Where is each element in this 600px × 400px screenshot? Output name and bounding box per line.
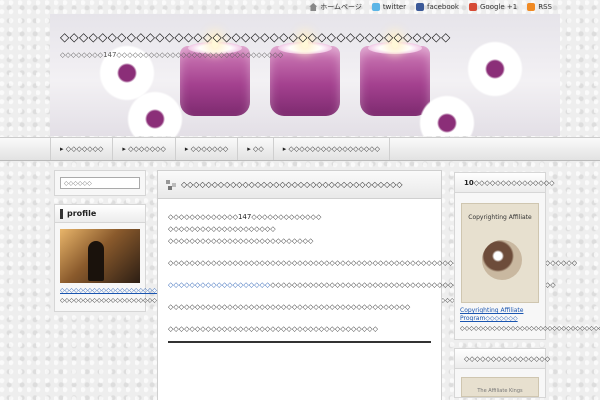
site-title[interactable]: ◇◇◇◇◇◇◇◇◇◇◇◇◇◇◇◇◇◇◇◇◇◇◇◇◇◇◇◇◇◇◇◇◇◇◇◇◇◇◇◇… <box>60 30 451 44</box>
main-content: ◇◇◇◇◇◇◇◇◇◇◇◇◇◇◇◇◇◇◇◇◇◇◇◇◇◇◇◇◇◇◇◇◇◇◇◇ ◇◇◇… <box>157 170 578 400</box>
twitter-link[interactable]: twitter <box>371 3 407 11</box>
social-bar: ホームページ twitter facebook Google +1 RSS <box>0 0 600 14</box>
second-widget: ◇◇◇◇◇◇◇◇◇◇◇◇◇◇◇◇ The Affiliate Kings <box>454 348 550 398</box>
left-sidebar: profile ◇◇◇◇◇◇◇◇◇◇◇◇◇◇◇◇◇◇◇◇◇◇◇◇◇◇◇◇◇◇◇◇… <box>54 170 473 312</box>
nav-item-3[interactable]: ▸ ◇◇◇◇◇◇◇ <box>174 138 237 160</box>
post-paragraph-1: ◇◇◇◇◇◇◇◇◇◇◇◇◇◇◇◇◇◇◇◇◇◇◇◇◇◇◇◇◇◇◇◇◇◇◇◇◇◇◇◇… <box>168 259 578 267</box>
twitter-link-label: twitter <box>382 3 407 11</box>
nav-item-2[interactable]: ▸ ◇◇◇◇◇◇◇ <box>112 138 174 160</box>
right-sidebar: 10◇◇◇◇◇◇◇◇◇◇◇◇◇◇◇ Copyrighting Affiliate… <box>454 172 600 400</box>
rss-link-label: RSS <box>538 3 552 11</box>
profile-widget: profile ◇◇◇◇◇◇◇◇◇◇◇◇◇◇◇◇◇◇◇◇◇◇◇◇◇◇◇◇◇◇◇◇… <box>54 204 473 312</box>
google-plus-link[interactable]: Google +1 <box>469 3 517 11</box>
profile-text: ◇◇◇◇◇◇◇◇◇◇◇◇◇◇◇◇◇◇◇◇◇◇◇◇◇◇◇147◇◇◇◇◇◇◇◇◇◇… <box>60 297 473 305</box>
post-inline-link[interactable]: ◇◇◇◇◇◇◇◇◇◇◇◇◇◇◇◇◇◇◇ <box>168 281 270 289</box>
facebook-link[interactable]: facebook <box>416 3 459 11</box>
profile-photo <box>60 229 140 283</box>
post-paragraph-3: ◇◇◇◇◇◇◇◇◇◇◇◇◇◇◇◇◇◇◇◇◇◇◇◇◇◇◇◇◇◇◇◇◇◇◇◇◇◇◇◇… <box>168 303 411 311</box>
site-description: ◇◇◇◇◇◇◇◇147◇◇◇◇◇◇◇◇◇◇◇◇◇◇◇◇◇◇◇◇◇◇◇◇◇◇◇◇◇… <box>60 51 284 59</box>
nav-item-4[interactable]: ▸ ◇◇ <box>237 138 273 160</box>
post-divider <box>168 341 431 343</box>
book-widget: 10◇◇◇◇◇◇◇◇◇◇◇◇◇◇◇ Copyrighting Affiliate… <box>454 172 600 340</box>
rss-icon <box>527 3 536 11</box>
post-title[interactable]: ◇◇◇◇◇◇◇◇◇◇◇◇◇◇◇◇◇◇◇◇◇◇◇◇◇◇◇◇◇◇◇◇◇◇◇◇ <box>181 180 402 189</box>
twitter-icon <box>371 3 380 11</box>
post-line-2: ◇◇◇◇◇◇◇◇◇◇◇◇◇◇◇◇◇◇◇◇ <box>168 225 276 233</box>
book-description: ◇◇◇◇◇◇◇◇◇◇◇◇◇◇◇◇◇◇◇◇◇◇◇◇◇◇◇◇◇◇◇◇◇◇ <box>460 325 600 332</box>
book-cover-title: Copyrighting Affiliate <box>468 214 532 221</box>
main-nav: ▸ ◇◇◇◇◇◇◇ ▸ ◇◇◇◇◇◇◇ ▸ ◇◇◇◇◇◇◇ ▸ ◇◇ ▸ ◇◇◇… <box>0 137 600 161</box>
home-icon <box>309 3 318 11</box>
facebook-link-label: facebook <box>427 3 459 11</box>
second-book-cover[interactable]: The Affiliate Kings <box>461 377 539 397</box>
search-input[interactable] <box>60 177 140 189</box>
post-paragraph-4: ◇◇◇◇◇◇◇◇◇◇◇◇◇◇◇◇◇◇◇◇◇◇◇◇◇◇◇◇◇◇◇◇◇◇◇◇◇◇◇ <box>168 325 378 333</box>
post-line-3: ◇◇◇◇◇◇◇◇◇◇◇◇◇◇◇◇◇◇◇◇◇◇◇◇◇◇◇ <box>168 237 314 245</box>
home-link-label: ホームページ <box>320 3 362 11</box>
post-paragraph-2: ◇◇◇◇◇◇◇◇◇◇◇◇◇◇◇◇◇◇◇◇◇◇◇◇◇◇◇◇◇◇◇◇◇◇◇◇◇◇◇◇… <box>168 279 556 291</box>
nav-item-1[interactable]: ▸ ◇◇◇◇◇◇◇ <box>50 138 112 160</box>
book-cover-illustration <box>482 240 522 280</box>
facebook-icon <box>416 3 425 11</box>
search-widget <box>54 170 146 196</box>
post-title-icon <box>166 179 176 190</box>
rss-link[interactable]: RSS <box>527 3 552 11</box>
nav-item-5[interactable]: ▸ ◇◇◇◇◇◇◇◇◇◇◇◇◇◇◇◇◇ <box>272 138 391 160</box>
home-link[interactable]: ホームページ <box>309 2 362 12</box>
post-line-1: ◇◇◇◇◇◇◇◇◇◇◇◇◇147◇◇◇◇◇◇◇◇◇◇◇◇◇ <box>168 213 322 221</box>
post-header: ◇◇◇◇◇◇◇◇◇◇◇◇◇◇◇◇◇◇◇◇◇◇◇◇◇◇◇◇◇◇◇◇◇◇◇◇ <box>158 171 441 199</box>
google-plus-link-label: Google +1 <box>480 3 518 11</box>
second-widget-heading: ◇◇◇◇◇◇◇◇◇◇◇◇◇◇◇◇ <box>455 349 550 369</box>
site-header: ◇◇◇◇◇◇◇◇◇◇◇◇◇◇◇◇◇◇◇◇◇◇◇◇◇◇◇◇◇◇◇◇◇◇◇◇◇◇◇◇… <box>50 14 560 136</box>
profile-heading: profile <box>55 205 145 223</box>
post-body: ◇◇◇◇◇◇◇◇◇◇◇◇◇147◇◇◇◇◇◇◇◇◇◇◇◇◇ ◇◇◇◇◇◇◇◇◇◇… <box>158 199 578 343</box>
profile-link[interactable]: ◇◇◇◇◇◇◇◇◇◇◇◇◇◇◇◇◇◇◇◇◇◇◇◇◇◇◇◇◇◇◇◇◇◇ <box>60 287 217 295</box>
book-widget-heading: 10◇◇◇◇◇◇◇◇◇◇◇◇◇◇◇ <box>455 173 555 193</box>
book-link[interactable]: Copyrighting Affiliate Program◇◇◇◇◇◇◇ <box>460 307 540 323</box>
daisy-flower-image <box>460 34 530 104</box>
google-plus-icon <box>469 3 477 11</box>
book-cover-image[interactable]: Copyrighting Affiliate <box>461 203 539 303</box>
